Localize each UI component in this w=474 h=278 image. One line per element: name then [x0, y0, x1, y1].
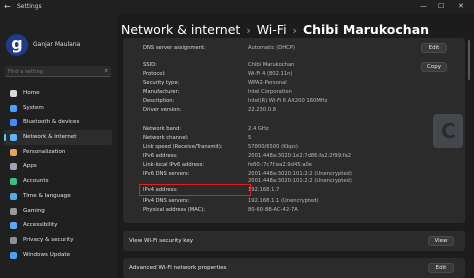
close-icon[interactable]: ✕: [458, 2, 464, 10]
sidebar-item-label: Personalization: [23, 148, 66, 155]
sidebar-item-label: Network & internet: [23, 134, 77, 141]
sidebar-item-label: Privacy & security: [23, 236, 74, 243]
detail-label: Physical address (MAC):: [143, 207, 206, 213]
detail-value: 2.4 GHz: [248, 126, 269, 132]
detail-value: 5: [248, 135, 252, 141]
detail-value: Intel Corporation: [248, 89, 292, 95]
title-bar: ← Settings — ☐ ✕: [0, 0, 474, 14]
detail-value: 22.230.0.8: [248, 107, 277, 113]
search-box[interactable]: ⌕: [5, 66, 111, 77]
detail-label: Protocol:: [143, 71, 166, 77]
update-icon: [10, 251, 17, 259]
sidebar-item-gaming[interactable]: Gaming: [4, 204, 112, 219]
network-icon: [10, 134, 17, 142]
advanced-properties-label: Advanced Wi-Fi network properties: [129, 265, 227, 271]
dns-assignment-label: DNS server assignment:: [143, 45, 206, 51]
detail-value: WPA2-Personal: [248, 80, 287, 86]
sidebar-item-label: Accessibility: [23, 222, 58, 229]
detail-label: IPv4 DNS servers:: [143, 198, 190, 204]
dns-edit-button[interactable]: Edit: [421, 43, 447, 53]
detail-label: Security type:: [143, 80, 180, 86]
detail-value: 2001:448a:3020:101:2:2 (Unencrypted): [248, 171, 352, 177]
sidebar-item-time-language[interactable]: Time & language: [4, 189, 112, 204]
detail-value: 192.168.1.1 (Unencrypted): [248, 198, 319, 204]
advanced-edit-button[interactable]: Edit: [428, 263, 454, 273]
gamepad-icon: [10, 207, 17, 215]
maximize-icon[interactable]: ☐: [438, 2, 444, 10]
detail-value: 80-60-8B-AC-42-7A: [248, 207, 298, 213]
sidebar-item-bluetooth[interactable]: Bluetooth & devices: [4, 115, 112, 130]
detail-value: 192.168.1.7: [248, 187, 280, 193]
detail-value: fe80::7c7f:ea2:9d45:a0e: [248, 162, 312, 168]
view-key-button[interactable]: View: [428, 236, 454, 246]
arrow-left-icon[interactable]: ←: [4, 2, 11, 11]
search-icon: ⌕: [104, 67, 108, 74]
sidebar-item-accounts[interactable]: Accounts: [4, 174, 112, 189]
bluetooth-icon: [10, 119, 17, 127]
chevron-right-icon: ›: [292, 24, 297, 37]
person-icon: [10, 178, 17, 186]
copy-button[interactable]: Copy: [421, 62, 447, 72]
watermark-logo: C: [433, 114, 463, 148]
detail-label: IPv6 DNS servers:: [143, 171, 190, 177]
minimize-icon[interactable]: —: [420, 2, 427, 10]
window-title: Settings: [17, 3, 42, 10]
apps-icon: [10, 163, 17, 171]
detail-label: IPv6 address:: [143, 153, 178, 159]
sidebar-item-system[interactable]: System: [4, 101, 112, 116]
detail-label: Link-local IPv6 address:: [143, 162, 205, 168]
breadcrumb-network[interactable]: Network & internet: [121, 22, 240, 37]
user-name: Ganjar Maulana: [33, 41, 81, 48]
scrollbar[interactable]: [468, 40, 470, 80]
sidebar-item-label: Gaming: [23, 207, 45, 214]
dns-assignment-value: Automatic (DHCP): [248, 45, 295, 51]
sidebar-item-apps[interactable]: Apps: [4, 159, 112, 174]
detail-value: Wi-Fi 4 (802.11n): [248, 71, 293, 77]
detail-label: SSID:: [143, 62, 157, 68]
shield-icon: [10, 236, 17, 244]
sidebar-item-label: Windows Update: [23, 251, 71, 258]
sidebar-item-privacy[interactable]: Privacy & security: [4, 233, 112, 248]
sidebar-nav: Home System Bluetooth & devices Network …: [4, 86, 112, 262]
avatar[interactable]: g: [6, 34, 28, 56]
sidebar-item-label: Home: [23, 90, 40, 96]
brush-icon: [10, 148, 17, 156]
sidebar-item-label: Bluetooth & devices: [23, 119, 80, 126]
sidebar-item-label: System: [23, 104, 44, 111]
security-key-label: View Wi-Fi security key: [129, 238, 194, 244]
advanced-properties-card: Advanced Wi-Fi network properties: [123, 258, 465, 278]
system-icon: [10, 104, 17, 112]
breadcrumb: Network & internet › Wi-Fi › Chibi Marukocha…: [121, 22, 429, 37]
detail-label: Manufacturer:: [143, 89, 180, 95]
detail-label: Network band:: [143, 126, 182, 132]
detail-value: 2001:448a:3020:101:2:2 (Unencrypted): [248, 178, 352, 184]
detail-value: Intel(R) Wi-Fi 6 AX200 160MHz: [248, 98, 328, 104]
sidebar-item-personalization[interactable]: Personalization: [4, 145, 112, 160]
detail-value: 57800/6500 (Kbps): [248, 144, 298, 150]
home-icon: [10, 90, 17, 97]
breadcrumb-wifi[interactable]: Wi-Fi: [257, 22, 287, 37]
sidebar-item-windows-update[interactable]: Windows Update: [4, 248, 112, 263]
sidebar-item-home[interactable]: Home: [4, 86, 112, 101]
accessibility-icon: [10, 222, 17, 230]
detail-label: Driver version:: [143, 107, 182, 113]
chevron-right-icon: ›: [246, 24, 251, 37]
detail-label: Network channel:: [143, 135, 189, 141]
sidebar-item-label: Apps: [23, 163, 37, 170]
security-key-card: View Wi-Fi security key: [123, 231, 465, 251]
sidebar-item-label: Time & language: [23, 192, 71, 199]
detail-value: Chibi Marukochan: [248, 62, 295, 68]
globe-icon: [10, 192, 17, 200]
ipv4-highlight-box: [139, 184, 251, 196]
page-title: Chibi Marukochan: [302, 22, 430, 37]
sidebar-item-network[interactable]: Network & internet: [4, 130, 112, 145]
sidebar: g Ganjar Maulana ⌕ Home System Bluetooth…: [0, 14, 117, 278]
sidebar-item-label: Accounts: [23, 178, 49, 185]
detail-label: Description:: [143, 98, 175, 104]
detail-label: Link speed (Receive/Transmit):: [143, 144, 223, 150]
search-input[interactable]: [8, 67, 98, 76]
sidebar-item-accessibility[interactable]: Accessibility: [4, 218, 112, 233]
detail-value: 2001:448a:3020:1e2:7d86:fa2:2f99:fa2: [248, 153, 352, 159]
